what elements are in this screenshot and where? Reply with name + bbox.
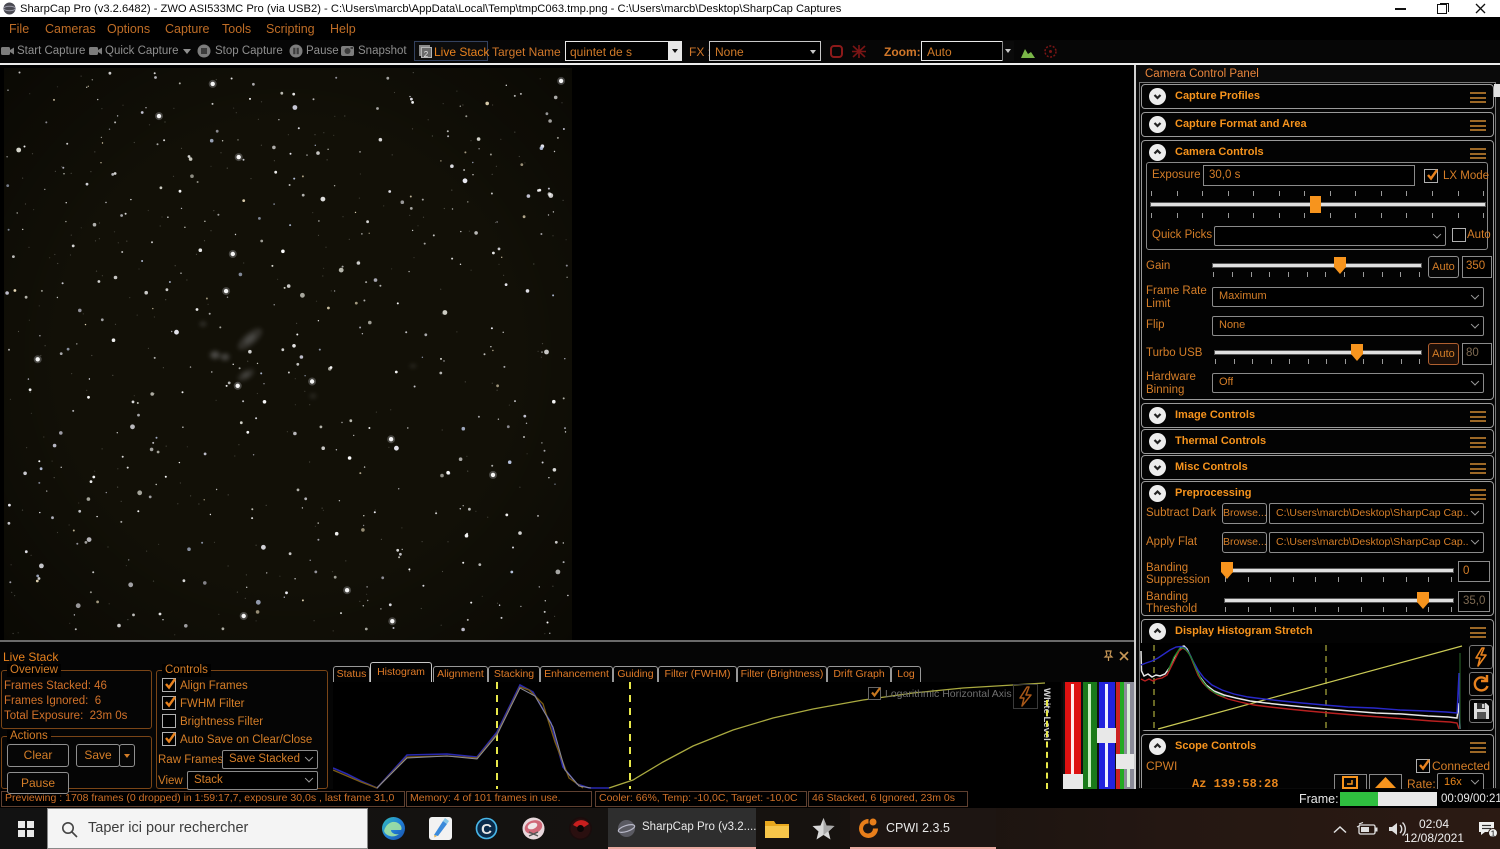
- svg-text:C: C: [481, 821, 492, 838]
- svg-text:2: 2: [424, 50, 429, 59]
- svg-text:1: 1: [1491, 828, 1496, 838]
